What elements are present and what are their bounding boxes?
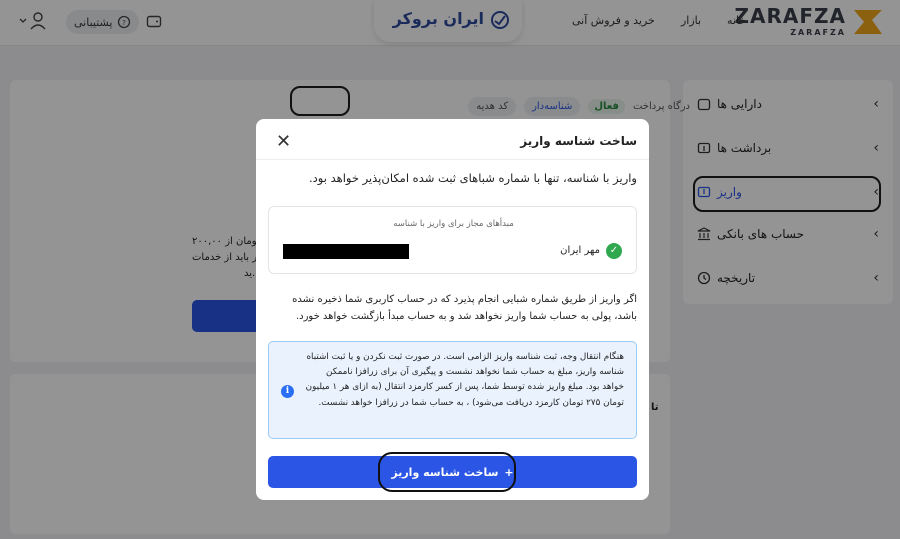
allowed-sources-box: مبدأهای مجاز برای واریز با شناسه ✓ مهر ا… (268, 206, 637, 274)
check-icon: ✓ (606, 243, 622, 259)
modal-subtitle: واریز با شناسه، تنها با شماره شباهای ثبت… (309, 171, 637, 185)
create-deposit-id-modal: ساخت شناسه واریز ✕ واریز با شناسه، تنها … (256, 119, 649, 500)
allowed-sources-label: مبدأهای مجاز برای واریز با شناسه (393, 219, 514, 229)
info-box: i هنگام انتقال وجه، ثبت شناسه واریز الزا… (268, 341, 637, 439)
warning-paragraph: اگر واریز از طریق شماره شبایی انجام پذیر… (292, 294, 637, 322)
redacted-sheba-number (283, 244, 409, 259)
modal-title: ساخت شناسه واریز (520, 134, 637, 148)
highlight-tab-id-based (290, 86, 350, 116)
info-icon: i (281, 385, 294, 398)
modal-divider (256, 159, 649, 160)
source-bank-name: مهر ایران (560, 245, 600, 256)
highlight-sidebar-deposit (693, 176, 881, 212)
highlight-create-button (378, 452, 516, 492)
info-text: هنگام انتقال وجه، ثبت شناسه واریز الزامی… (305, 352, 624, 408)
close-icon[interactable]: ✕ (276, 133, 291, 151)
